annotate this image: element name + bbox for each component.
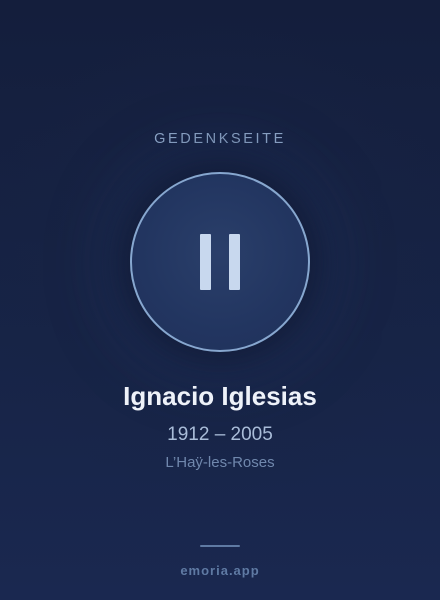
pause-icon — [200, 234, 240, 290]
person-name: Ignacio Iglesias — [123, 381, 317, 411]
place-name: L’Haÿ-les-Roses — [165, 454, 275, 471]
page-eyebrow: GEDENKSEITE — [154, 131, 286, 147]
footer-brand[interactable]: emoria.app — [0, 563, 440, 579]
footer-divider — [200, 545, 240, 547]
memorial-page: GEDENKSEITE Ignacio Iglesias 1912 – 2005… — [0, 0, 440, 600]
pause-button[interactable] — [130, 172, 310, 352]
life-years: 1912 – 2005 — [167, 424, 273, 445]
